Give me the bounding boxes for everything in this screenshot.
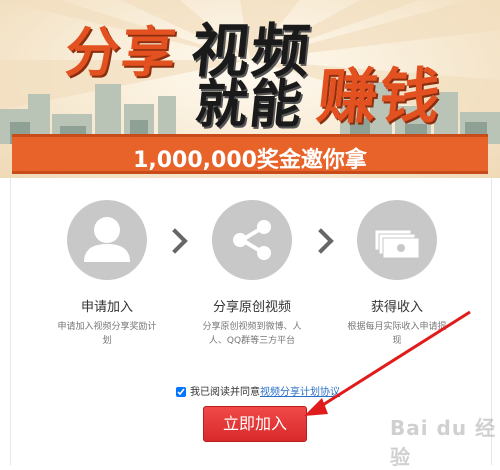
- annotation-arrow-icon: [304, 310, 471, 416]
- watermark-logo: Bai du 经验: [390, 416, 497, 469]
